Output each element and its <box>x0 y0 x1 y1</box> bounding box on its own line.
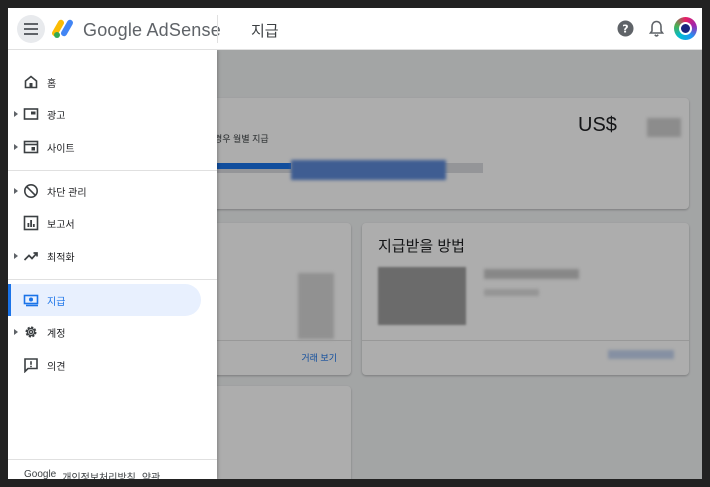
sidebar-item-payments[interactable]: 지급 <box>8 284 201 316</box>
notifications-bell-icon[interactable] <box>648 20 665 38</box>
sidebar-item-label: 홈 <box>47 79 57 90</box>
feedback-icon <box>24 358 38 373</box>
gear-icon <box>25 326 37 338</box>
block-icon <box>24 184 38 198</box>
brand-name: Google AdSense <box>83 20 221 41</box>
terms-link[interactable]: 약관 <box>142 469 160 479</box>
footer-divider <box>8 459 217 460</box>
expand-caret-icon <box>14 329 18 335</box>
app-window: Google AdSense 지급 ? 경우 월별 지급 US$ 거래 보기 지… <box>8 8 702 479</box>
sites-icon <box>23 140 39 154</box>
sidebar-item-feedback[interactable]: 의견 <box>8 349 201 381</box>
sidebar-item-home[interactable]: 홈 <box>8 66 201 98</box>
brand-google: Google <box>83 20 143 40</box>
page-title: 지급 <box>251 23 279 40</box>
sidebar-item-label: 차단 관리 <box>47 188 87 199</box>
sidebar-item-label: 보고서 <box>47 220 75 231</box>
sidebar-item-ads[interactable]: 광고 <box>8 98 201 130</box>
sidebar-item-sites[interactable]: 사이트 <box>8 131 201 163</box>
sidebar-item-label: 사이트 <box>47 144 75 155</box>
drawer-footer: Google 개인정보처리방침 약관 <box>24 469 160 479</box>
sidebar-item-optimization[interactable]: 최적화 <box>8 240 201 272</box>
reports-icon <box>23 215 39 231</box>
svg-text:?: ? <box>622 23 628 36</box>
sidebar-item-label: 계정 <box>47 329 66 340</box>
home-icon <box>24 75 38 89</box>
sidebar-item-label: 지급 <box>47 297 66 308</box>
sidebar-item-label: 최적화 <box>47 253 75 264</box>
hamburger-menu-icon <box>24 23 38 35</box>
avatar-image <box>679 22 692 35</box>
ads-icon <box>23 108 39 120</box>
drawer-divider <box>8 170 217 171</box>
payments-icon <box>23 294 39 307</box>
brand-product: AdSense <box>146 20 221 40</box>
sidebar-item-blocking-controls[interactable]: 차단 관리 <box>8 175 201 207</box>
expand-caret-icon <box>14 253 18 259</box>
sidebar-item-label: 의견 <box>47 362 66 373</box>
expand-caret-icon <box>14 111 18 117</box>
adsense-logo-icon <box>52 19 73 38</box>
top-app-bar: Google AdSense 지급 ? <box>8 8 702 50</box>
sidebar-item-reports[interactable]: 보고서 <box>8 207 201 239</box>
privacy-policy-link[interactable]: 개인정보처리방침 <box>62 469 136 479</box>
footer-google: Google <box>24 469 57 479</box>
drawer-divider <box>8 279 217 280</box>
account-avatar[interactable] <box>674 17 697 40</box>
sidebar-item-account[interactable]: 계정 <box>8 316 201 348</box>
optimization-trend-icon <box>23 252 38 261</box>
sidebar-item-label: 광고 <box>47 111 66 122</box>
help-icon[interactable]: ? <box>617 20 634 37</box>
navigation-drawer: 홈 광고 사이트 차단 관리 보고서 최적화 지급 계정 의견 Google 개… <box>8 50 217 479</box>
header-divider <box>217 15 218 43</box>
expand-caret-icon <box>14 144 18 150</box>
main-menu-button[interactable] <box>17 15 45 43</box>
expand-caret-icon <box>14 188 18 194</box>
